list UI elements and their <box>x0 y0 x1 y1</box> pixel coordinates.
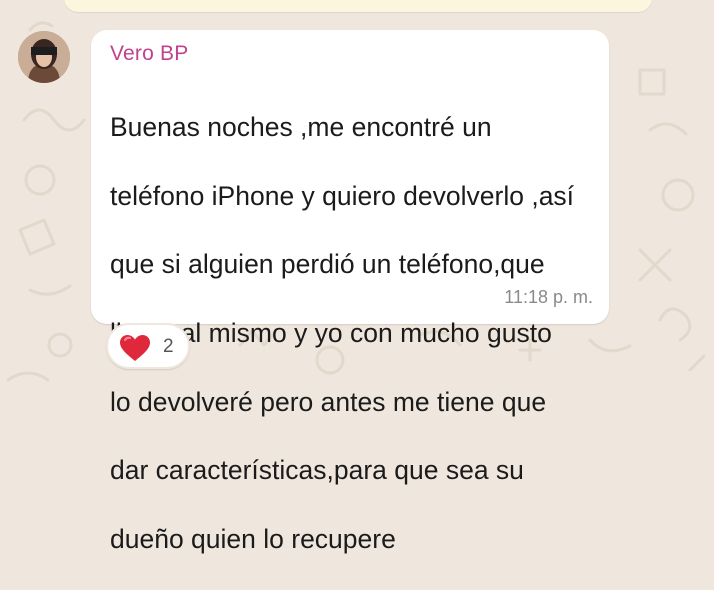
previous-message-bubble <box>64 0 652 12</box>
reaction-count: 2 <box>163 336 174 357</box>
message-line: dar características,para que sea su <box>110 455 524 486</box>
message-bubble[interactable]: Vero BP Buenas noches ,me encontré un te… <box>91 30 609 554</box>
message-line: que si alguien perdió un teléfono,que <box>110 249 545 280</box>
message-timestamp: 11:18 p. m. <box>504 287 593 307</box>
message-line: teléfono iPhone y quiero devolverlo ,así <box>110 180 575 211</box>
avatar[interactable] <box>18 31 70 83</box>
red-heart-icon <box>120 335 150 361</box>
sender-name[interactable]: Vero BP <box>110 42 188 66</box>
message-line: dueño quien lo recupere <box>110 523 396 554</box>
reaction-pill[interactable]: 2 <box>106 323 190 369</box>
message-line: Buenas noches ,me encontré un <box>110 112 492 143</box>
